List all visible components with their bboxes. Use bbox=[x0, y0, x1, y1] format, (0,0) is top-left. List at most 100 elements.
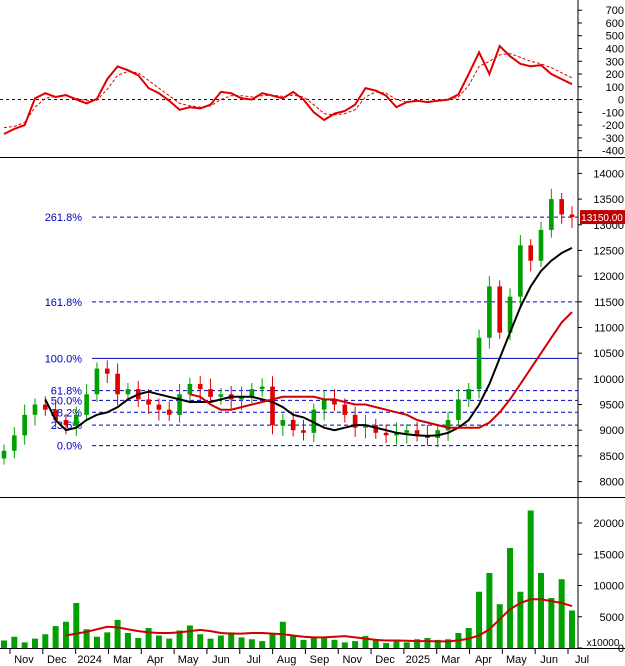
axis-tick-label: 11500 bbox=[594, 297, 624, 309]
volume-bar bbox=[228, 632, 235, 648]
volume-bar bbox=[135, 638, 142, 648]
candle-body bbox=[197, 384, 203, 390]
axis-tick-label: -100 bbox=[602, 107, 624, 119]
oscillator-line bbox=[3, 44, 573, 135]
ma-short-line bbox=[44, 247, 573, 437]
axis-tick-label: 400 bbox=[606, 44, 624, 56]
volume-bar bbox=[238, 637, 245, 648]
volume-bar bbox=[155, 635, 162, 648]
x-tick-label: 2024 bbox=[77, 654, 101, 666]
candle-body bbox=[321, 399, 327, 410]
axis-tick-label: 9000 bbox=[600, 425, 624, 437]
candle-body bbox=[476, 337, 482, 390]
x-tick-label: May bbox=[506, 654, 527, 666]
x-tick-label: Jun bbox=[212, 654, 230, 666]
candle-body bbox=[249, 389, 255, 397]
x-axis: Nov Dec 2024 Mar Apr May Jun Jul Aug Sep Nov Dec 202… bbox=[9, 648, 589, 666]
axis-tick-label: 15000 bbox=[593, 549, 624, 561]
candle-body bbox=[146, 399, 151, 405]
x-tick-label: Jun bbox=[540, 654, 558, 666]
volume-bar bbox=[186, 625, 193, 648]
volume-bar bbox=[145, 628, 152, 648]
x-tick-label: 2025 bbox=[406, 654, 430, 666]
axis-tick-label: 10000 bbox=[593, 374, 624, 386]
candle-body bbox=[1, 450, 7, 459]
x-tick-label: Jul bbox=[575, 654, 589, 666]
candle-body bbox=[487, 286, 492, 338]
volume-bar bbox=[424, 638, 431, 648]
volume-bar bbox=[352, 641, 359, 648]
candle-body bbox=[383, 432, 389, 436]
volume-bar bbox=[538, 573, 545, 648]
x-tick-label: Aug bbox=[277, 654, 297, 666]
axis-tick-label: 200 bbox=[606, 69, 624, 81]
oscillator-panel: 7006005004003002001000-100-200-300-400 bbox=[0, 5, 624, 158]
x-tick-label: Nov bbox=[14, 654, 34, 666]
candle-body bbox=[569, 214, 575, 218]
candle-body bbox=[22, 414, 27, 436]
volume-bar bbox=[507, 548, 514, 648]
volume-bar bbox=[217, 635, 224, 648]
axis-tick-label: -300 bbox=[602, 133, 624, 145]
fib-label: 100.0% bbox=[45, 353, 83, 365]
axis-tick-label: 12500 bbox=[593, 245, 624, 257]
ma-long-line bbox=[189, 311, 573, 429]
volume-bar bbox=[259, 641, 266, 648]
volume-bar bbox=[197, 634, 204, 648]
volume-bar bbox=[290, 636, 297, 648]
volume-bar bbox=[300, 639, 307, 648]
x-tick-label: Dec bbox=[47, 654, 67, 666]
candle-body bbox=[187, 384, 193, 395]
volume-bar bbox=[321, 638, 328, 648]
candle-body bbox=[290, 419, 296, 431]
volume-bar bbox=[496, 604, 503, 648]
axis-tick-label: 10500 bbox=[593, 348, 624, 360]
volume-bar bbox=[310, 637, 317, 648]
candle-body bbox=[32, 404, 38, 415]
axis-tick-label: 9500 bbox=[600, 400, 624, 412]
axis-tick-label: 0 bbox=[618, 95, 624, 107]
volume-bar bbox=[517, 591, 524, 648]
volume-bar bbox=[42, 634, 49, 648]
volume-panel: 20000150001000050000x10000 bbox=[1, 510, 624, 655]
candle-body bbox=[84, 394, 89, 415]
axis-tick-label: 8000 bbox=[600, 477, 624, 489]
volume-bar bbox=[486, 573, 493, 648]
axis-tick-label: 100 bbox=[606, 82, 624, 94]
candle-body bbox=[115, 373, 120, 395]
candle-body bbox=[166, 409, 172, 415]
volume-bar bbox=[52, 626, 59, 648]
volume-bar bbox=[527, 510, 534, 648]
volume-bar bbox=[476, 591, 483, 648]
volume-bar bbox=[341, 642, 348, 648]
last-price-label: 13150.00 bbox=[581, 213, 623, 224]
volume-bar bbox=[372, 639, 379, 648]
axis-tick-label: 600 bbox=[606, 18, 624, 30]
volume-bar bbox=[248, 639, 255, 648]
candle-body bbox=[404, 430, 410, 433]
fib-label: 161.8% bbox=[45, 297, 83, 309]
axis-tick-label: 700 bbox=[606, 5, 624, 17]
volume-bar bbox=[569, 610, 575, 648]
fib-label: 0.0% bbox=[57, 441, 82, 453]
volume-bar bbox=[558, 579, 565, 648]
axis-tick-label: 11000 bbox=[594, 323, 624, 335]
volume-bar bbox=[1, 640, 7, 648]
volume-bar bbox=[166, 638, 173, 648]
volume-bar bbox=[207, 638, 214, 648]
candle-body bbox=[208, 389, 213, 397]
x-tick-label: Mar bbox=[441, 654, 460, 666]
oscillator-signal-line bbox=[3, 53, 573, 129]
candle-body bbox=[177, 394, 182, 415]
candle-body bbox=[73, 414, 79, 426]
axis-tick-label: 300 bbox=[606, 56, 624, 68]
candle-body bbox=[156, 404, 162, 410]
candle-body bbox=[104, 368, 110, 374]
volume-bar bbox=[548, 598, 555, 648]
x-tick-label: Nov bbox=[342, 654, 362, 666]
candle-body bbox=[549, 199, 554, 230]
x-tick-label: Apr bbox=[147, 654, 164, 666]
volume-bar bbox=[11, 636, 18, 648]
x-tick-label: Jul bbox=[247, 654, 261, 666]
axis-tick-label: 8500 bbox=[600, 451, 624, 463]
